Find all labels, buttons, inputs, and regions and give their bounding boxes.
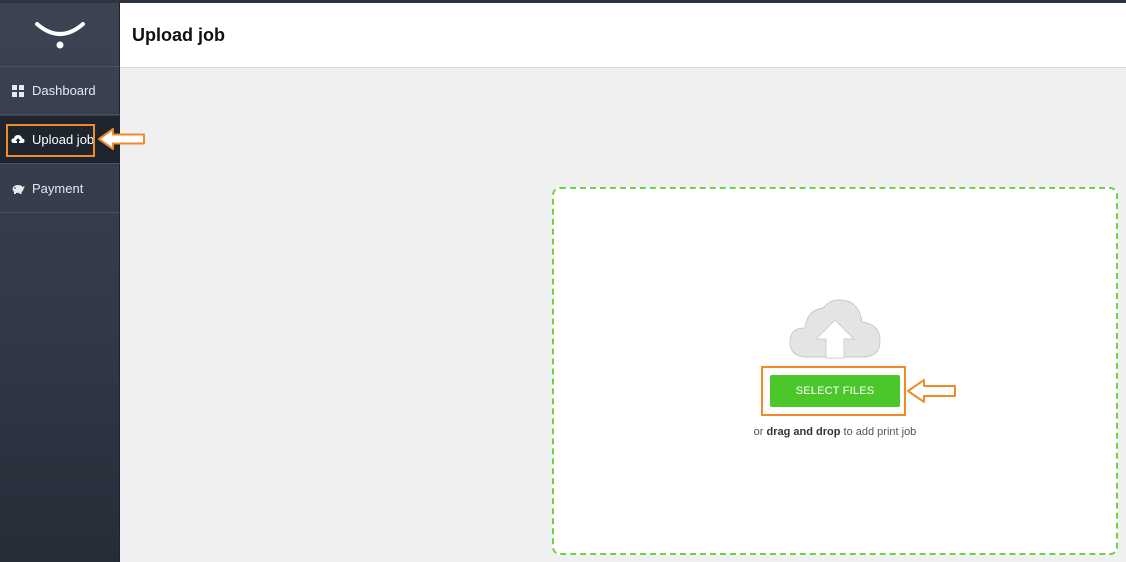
page-header: Upload job [120, 3, 1126, 68]
cloud-upload-icon [789, 299, 881, 359]
piggy-bank-icon [11, 182, 25, 196]
grid-icon [11, 84, 25, 98]
select-files-button[interactable]: SELECT FILES [770, 375, 900, 407]
sidebar-item-label: Payment [32, 181, 84, 196]
sidebar-item-label: Dashboard [32, 83, 96, 98]
drag-drop-hint: or drag and drop to add print job [700, 426, 970, 438]
sidebar-item-payment[interactable]: Payment [0, 165, 120, 213]
sidebar-item-dashboard[interactable]: Dashboard [0, 67, 120, 115]
cloud-upload-icon [11, 133, 25, 147]
hint-prefix: or [753, 426, 764, 438]
arrow-left-icon [98, 128, 145, 150]
hint-suffix: to add print job [843, 426, 917, 438]
page-title: Upload job [132, 24, 225, 45]
top-border [0, 0, 1126, 3]
app-logo[interactable] [0, 3, 120, 67]
arrow-left-icon [907, 379, 956, 403]
hint-drag-drop: drag and drop [766, 426, 841, 438]
sidebar: Dashboard Upload job Payment [0, 0, 120, 562]
smile-logo-icon [35, 21, 85, 48]
upload-dropzone[interactable] [552, 187, 1118, 555]
sidebar-item-label: Upload job [32, 132, 95, 147]
